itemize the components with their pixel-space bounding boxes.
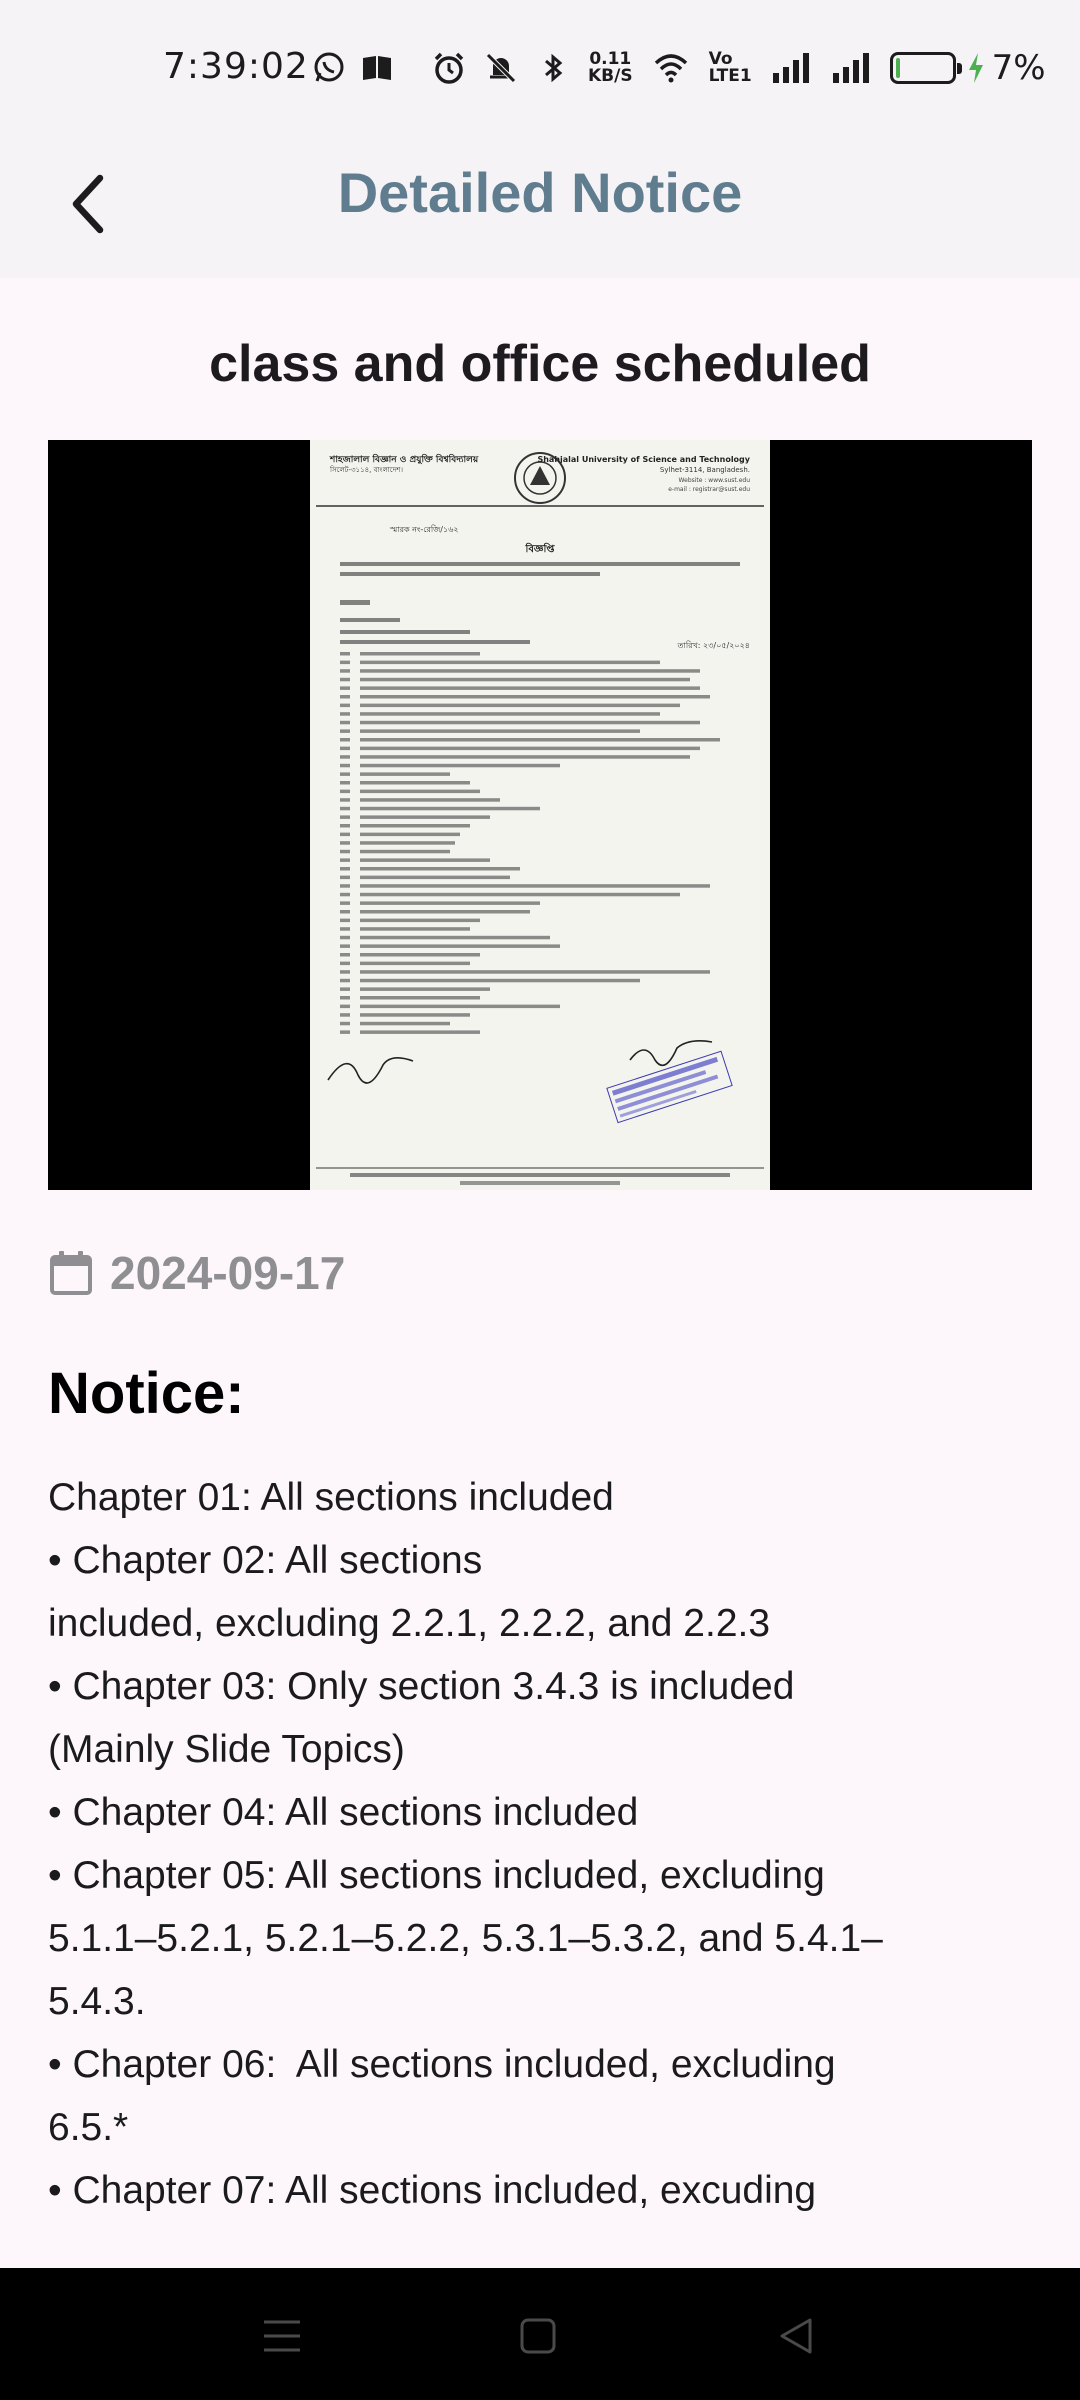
mute-icon bbox=[486, 53, 516, 83]
battery-indicator: 7% bbox=[889, 48, 1046, 88]
bluetooth-icon bbox=[545, 53, 563, 83]
system-navigation-bar bbox=[0, 2268, 1080, 2400]
signal-strength-icon bbox=[772, 53, 809, 83]
notice-body-line: • Chapter 02: All sections bbox=[48, 1539, 483, 1582]
notice-body-line: (Mainly Slide Topics) bbox=[48, 1728, 405, 1771]
status-time: 7:39:02 bbox=[163, 46, 309, 87]
doc-header-right-3: Website : www.sust.edu bbox=[679, 477, 751, 484]
book-icon bbox=[363, 56, 391, 80]
app-bar: Detailed Notice bbox=[0, 130, 1080, 278]
back-nav-button[interactable] bbox=[766, 2306, 826, 2366]
doc-ref-line: স্মারক নং-রেজি/১৬২ bbox=[389, 525, 459, 534]
status-system-icons: 0.11 KB/S Vo LTE1 7% bbox=[432, 48, 1046, 88]
volte-indicator: Vo LTE1 bbox=[709, 51, 752, 85]
status-bar: 7:39:02 0.11 KB/S Vo LTE1 7% bbox=[0, 0, 1080, 130]
notice-body-line: • Chapter 05: All sections included, exc… bbox=[48, 1854, 825, 1897]
page-title: Detailed Notice bbox=[337, 161, 743, 224]
calendar-icon bbox=[50, 1251, 92, 1295]
status-notification-icons bbox=[312, 50, 394, 84]
square-icon bbox=[520, 2318, 556, 2354]
triangle-back-icon bbox=[780, 2318, 812, 2354]
notice-detail-content[interactable]: class and office scheduled শাহজালাল বিজ্… bbox=[0, 278, 1080, 2268]
alarm-icon bbox=[434, 52, 464, 84]
network-speed: 0.11 KB/S bbox=[588, 51, 633, 85]
notice-document-scan: শাহজালাল বিজ্ঞান ও প্রযুক্তি বিশ্ববিদ্যা… bbox=[310, 440, 770, 1190]
battery-icon bbox=[889, 52, 962, 84]
doc-header-left-1: শাহজালাল বিজ্ঞান ও প্রযুক্তি বিশ্ববিদ্যা… bbox=[329, 453, 479, 466]
charging-bolt-icon bbox=[968, 53, 983, 83]
notice-body: Chapter 01: All sections included • Chapt… bbox=[48, 1466, 1048, 2222]
doc-heading: বিজ্ঞপ্তি bbox=[524, 542, 555, 555]
notice-body-line: • Chapter 07: All sections included, exc… bbox=[48, 2169, 817, 2212]
notice-body-line: 5.1.1–5.2.1, 5.2.1–5.2.2, 5.3.1–5.3.2, a… bbox=[48, 1917, 883, 1960]
notice-body-line: 5.4.3. bbox=[48, 1980, 146, 2023]
notice-date: 2024-09-17 bbox=[110, 1247, 346, 1299]
volte-bottom: LTE1 bbox=[708, 66, 752, 86]
network-speed-unit: KB/S bbox=[588, 66, 633, 86]
menu-icon bbox=[264, 2320, 300, 2352]
doc-date-line: তারিখ: ২৩/০৫/২০২৪ bbox=[677, 641, 751, 650]
whatsapp-icon bbox=[314, 52, 344, 82]
battery-percent: 7% bbox=[991, 48, 1046, 88]
notice-body-line: Chapter 01: All sections included bbox=[48, 1476, 614, 1519]
notice-body-line: • Chapter 04: All sections included bbox=[48, 1791, 639, 1834]
notice-label: Notice: bbox=[48, 1361, 245, 1426]
recents-button[interactable] bbox=[252, 2306, 312, 2366]
notice-body-line: included, excluding 2.2.1, 2.2.2, and 2.… bbox=[48, 1602, 771, 1645]
notice-title: class and office scheduled bbox=[209, 335, 871, 393]
doc-header-left-2: সিলেট-৩১১৪, বাংলাদেশ। bbox=[329, 465, 403, 474]
document-scan-graphic: শাহজালাল বিজ্ঞান ও প্রযুক্তি বিশ্ববিদ্যা… bbox=[310, 440, 770, 1190]
notice-body-line: 6.5.* bbox=[48, 2106, 129, 2149]
signal-strength-2-icon bbox=[832, 53, 869, 83]
notice-body-line: • Chapter 03: Only section 3.4.3 is incl… bbox=[48, 1665, 795, 1708]
notice-date-row: 2024-09-17 bbox=[48, 1246, 345, 1300]
notice-image[interactable]: শাহজালাল বিজ্ঞান ও প্রযুক্তি বিশ্ববিদ্যা… bbox=[48, 440, 1032, 1190]
doc-header-right-1: Shahjalal University of Science and Tech… bbox=[537, 455, 750, 464]
doc-header-right-4: e-mail : registrar@sust.edu bbox=[668, 486, 750, 493]
home-button[interactable] bbox=[508, 2306, 568, 2366]
wifi-icon bbox=[654, 54, 687, 83]
notice-body-line: • Chapter 06: All sections included, exc… bbox=[48, 2043, 836, 2086]
doc-header-right-2: Sylhet-3114, Bangladesh. bbox=[660, 466, 750, 474]
battery-fill bbox=[895, 58, 900, 78]
